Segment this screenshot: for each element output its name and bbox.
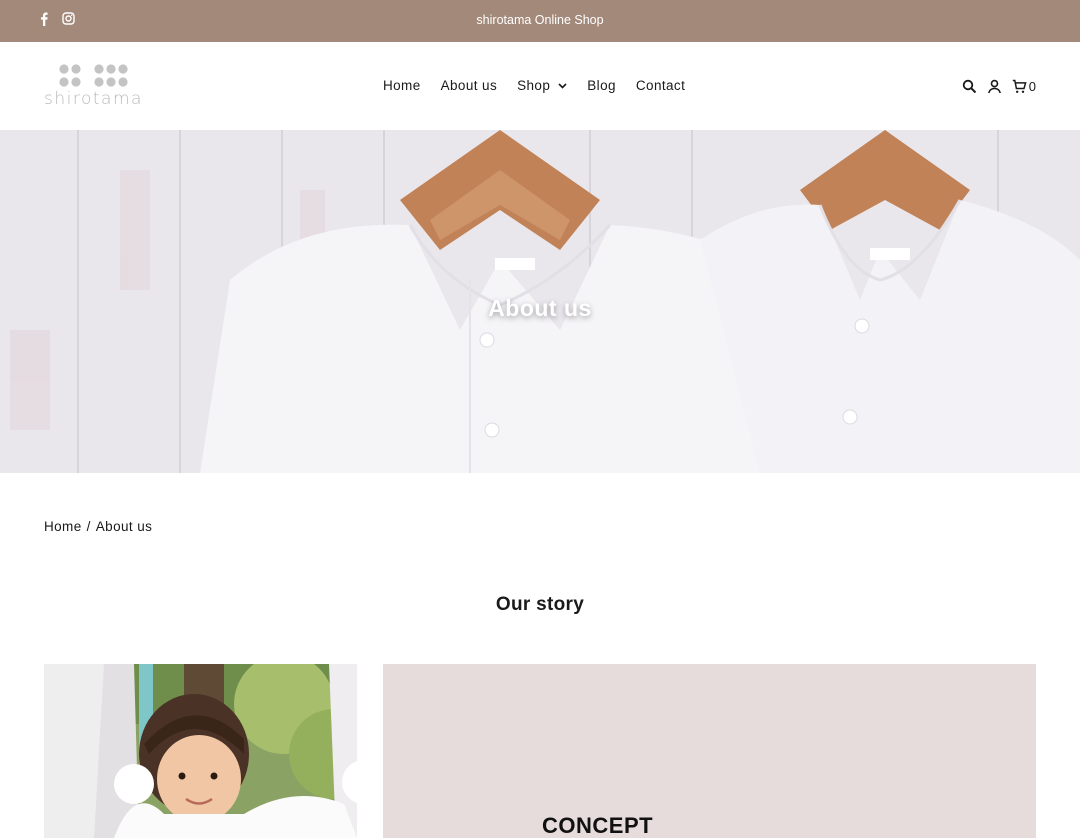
breadcrumb-home-link[interactable]: Home: [44, 519, 82, 534]
announcement-text[interactable]: shirotama Online Shop: [0, 13, 1080, 27]
chevron-down-icon: [558, 82, 567, 89]
nav-item-home[interactable]: Home: [383, 78, 421, 93]
nav-item-label: Shop: [517, 78, 551, 93]
hero-title: About us: [488, 295, 592, 321]
nav-item-label: Blog: [587, 78, 616, 93]
logo-wordmark: shirotama: [44, 89, 143, 109]
child-photo-image: [44, 664, 357, 838]
breadcrumb-current: About us: [95, 519, 153, 534]
search-icon[interactable]: [962, 79, 977, 94]
section-title: Our story: [495, 594, 585, 615]
nav-item-contact[interactable]: Contact: [636, 78, 685, 93]
breadcrumb: Home / About us: [44, 519, 152, 534]
breadcrumb-separator: /: [86, 519, 91, 534]
cart-button[interactable]: 0: [1012, 79, 1036, 94]
logo-dots: [59, 64, 128, 87]
concept-heading: CONCEPT: [542, 813, 654, 838]
cart-count: 0: [1028, 79, 1036, 94]
nav-item-shop[interactable]: Shop: [517, 78, 567, 93]
hero-banner: About us: [0, 130, 1080, 473]
announcement-bar: shirotama Online Shop: [0, 0, 1080, 42]
logo[interactable]: shirotama: [44, 64, 144, 110]
concept-panel: CONCEPT: [383, 664, 1036, 838]
story-photo: [44, 664, 357, 838]
nav-item-label: Home: [383, 78, 421, 93]
nav-item-about-us[interactable]: About us: [441, 78, 498, 93]
nav-item-label: About us: [440, 78, 498, 93]
main-nav: Home About us Shop Blog Contact: [383, 78, 685, 93]
account-icon[interactable]: [987, 79, 1002, 94]
cart-icon: [1012, 79, 1027, 93]
nav-item-blog[interactable]: Blog: [587, 78, 616, 93]
site-header: shirotama Home About us Shop Blog Contac…: [0, 42, 1080, 130]
nav-item-label: Contact: [635, 78, 686, 93]
header-actions: 0: [962, 79, 1036, 94]
